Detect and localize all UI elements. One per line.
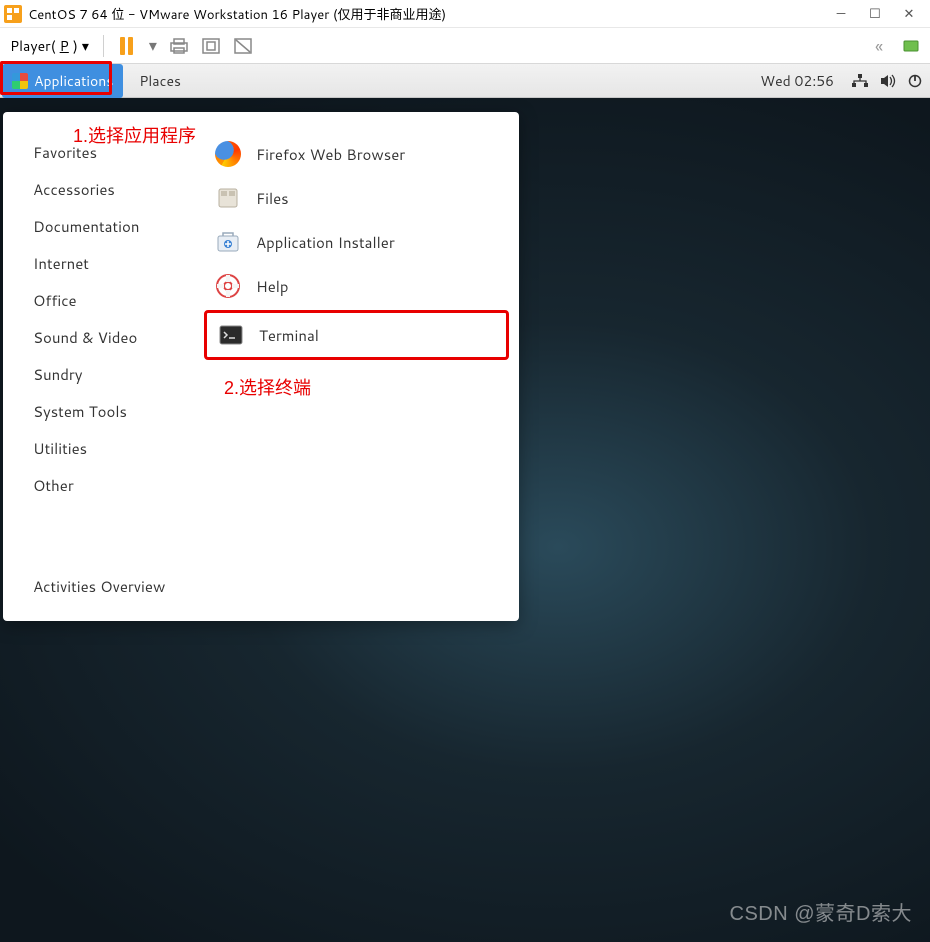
category-favorites[interactable]: Favorites xyxy=(33,134,198,171)
network-icon[interactable] xyxy=(852,74,868,88)
toolbar-separator xyxy=(103,35,104,57)
category-internet[interactable]: Internet xyxy=(33,245,198,282)
activities-overview[interactable]: Activities Overview xyxy=(3,562,519,621)
window-title: CentOS 7 64 位 - VMware Workstation 16 Pl… xyxy=(28,4,446,24)
unity-icon xyxy=(233,37,253,55)
category-sound-video[interactable]: Sound & Video xyxy=(33,319,198,356)
app-label: Help xyxy=(256,276,289,297)
system-tray xyxy=(844,74,922,88)
app-help[interactable]: Help xyxy=(204,264,509,308)
app-files[interactable]: Files xyxy=(204,176,509,220)
guest-desktop: Applications Places Wed 02:56 1.选择应用程序 F… xyxy=(0,64,930,942)
printer-icon xyxy=(169,37,189,55)
help-icon xyxy=(214,272,242,300)
applications-button[interactable]: Applications xyxy=(2,64,123,98)
category-utilities[interactable]: Utilities xyxy=(33,430,198,467)
category-accessories[interactable]: Accessories xyxy=(33,171,198,208)
pause-icon xyxy=(120,37,133,55)
unity-button[interactable] xyxy=(230,33,256,59)
minimize-button[interactable]: — xyxy=(824,3,858,25)
category-sundry[interactable]: Sundry xyxy=(33,356,198,393)
vmware-toolbar: Player(P) ▾ ▾ « xyxy=(0,28,930,64)
gnome-topbar: Applications Places Wed 02:56 xyxy=(0,64,930,98)
applications-menu: 1.选择应用程序 Favorites Accessories Documenta… xyxy=(3,112,519,621)
category-system-tools[interactable]: System Tools xyxy=(33,393,198,430)
send-ctrl-alt-del-button[interactable] xyxy=(166,33,192,59)
vmware-titlebar: CentOS 7 64 位 - VMware Workstation 16 Pl… xyxy=(0,0,930,28)
power-icon[interactable] xyxy=(908,74,922,88)
watermark: CSDN @蒙奇D索大 xyxy=(730,897,912,926)
close-button[interactable]: ✕ xyxy=(892,3,926,25)
category-office[interactable]: Office xyxy=(33,282,198,319)
cycle-devices-button[interactable]: « xyxy=(866,33,892,59)
applications-grid-icon xyxy=(12,73,28,89)
application-list: Firefox Web Browser Files Application In… xyxy=(198,112,519,562)
app-label: Files xyxy=(256,188,289,209)
terminal-icon xyxy=(217,321,245,349)
fullscreen-button[interactable] xyxy=(198,33,224,59)
category-documentation[interactable]: Documentation xyxy=(33,208,198,245)
app-application-installer[interactable]: Application Installer xyxy=(204,220,509,264)
app-firefox[interactable]: Firefox Web Browser xyxy=(204,132,509,176)
app-label: Application Installer xyxy=(256,232,395,253)
category-other[interactable]: Other xyxy=(33,467,198,504)
chevron-down-icon: ▾ xyxy=(82,36,89,56)
player-menu-key: P xyxy=(60,36,69,56)
player-menu[interactable]: Player(P) ▾ xyxy=(6,34,93,58)
vmware-logo-icon xyxy=(4,5,22,23)
clock[interactable]: Wed 02:56 xyxy=(750,71,844,91)
places-button[interactable]: Places xyxy=(127,64,193,98)
volume-icon[interactable] xyxy=(880,74,896,88)
annotation-step2: 2.选择终端 xyxy=(224,374,529,400)
application-installer-icon xyxy=(214,228,242,256)
app-label: Terminal xyxy=(259,325,319,346)
places-label: Places xyxy=(139,71,181,91)
app-terminal[interactable]: Terminal xyxy=(204,310,509,360)
files-icon xyxy=(214,184,242,212)
firefox-icon xyxy=(214,140,242,168)
applications-label: Applications xyxy=(34,71,113,91)
app-label: Firefox Web Browser xyxy=(256,144,405,165)
maximize-button[interactable]: ☐ xyxy=(858,3,892,25)
pause-button[interactable] xyxy=(114,33,140,59)
pause-dropdown[interactable]: ▾ xyxy=(146,33,160,59)
fullscreen-icon xyxy=(201,37,221,55)
hard-disk-icon[interactable] xyxy=(898,33,924,59)
category-list: Favorites Accessories Documentation Inte… xyxy=(3,112,198,562)
player-menu-prefix: Player( xyxy=(10,36,56,56)
player-menu-suffix: ) xyxy=(73,36,78,56)
